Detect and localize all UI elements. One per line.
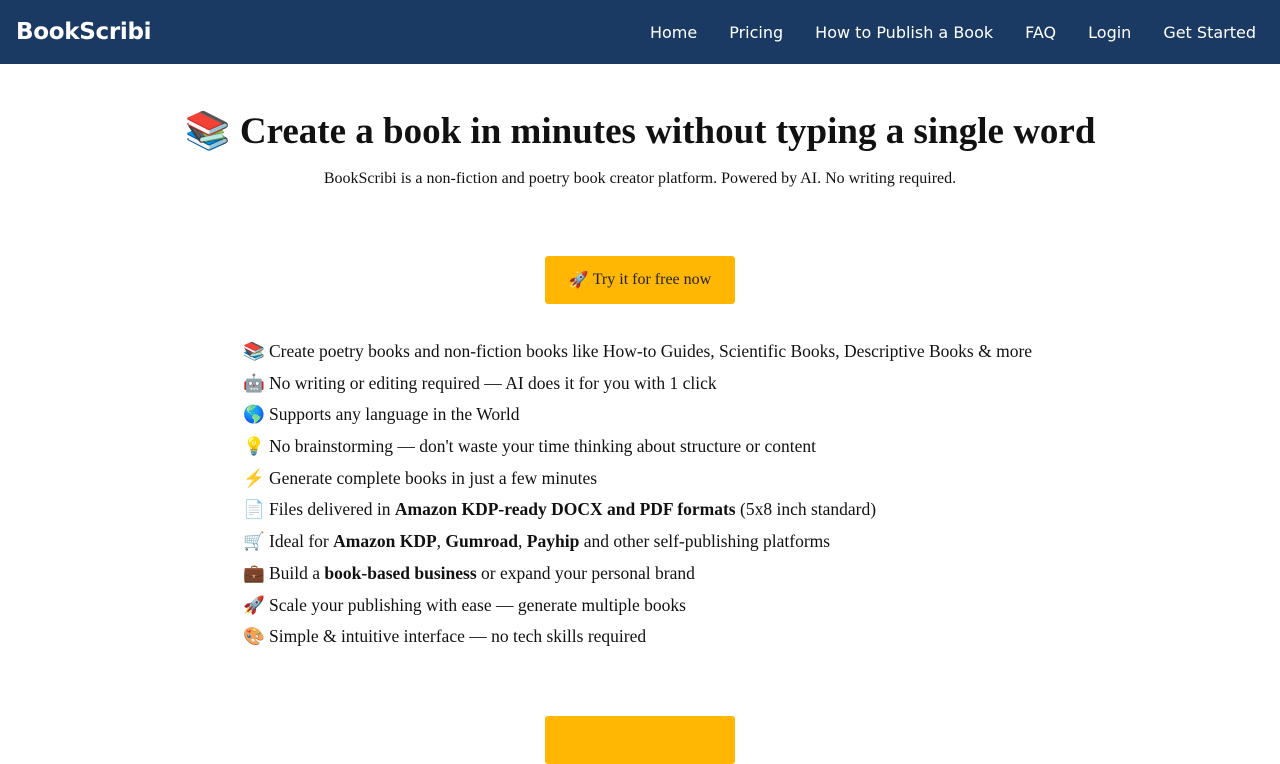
feature-bold-text: Amazon KDP-ready DOCX and PDF formats xyxy=(394,499,736,520)
books-icon: 📚 xyxy=(243,341,265,361)
feature-text: , xyxy=(518,531,527,552)
feature-item: 💡 No brainstorming — don't waste your tim… xyxy=(243,431,1032,463)
palette-icon: 🎨 xyxy=(243,626,265,647)
nav-link-faq[interactable]: FAQ xyxy=(1025,23,1056,42)
books-icon: 📚 xyxy=(184,111,231,152)
feature-text: Create poetry books and non-fiction book… xyxy=(269,341,1033,361)
nav-link-home[interactable]: Home xyxy=(650,23,697,42)
try-free-button[interactable]: 🚀 Try it for free now xyxy=(545,256,735,304)
feature-text: Build a xyxy=(269,562,325,583)
lightning-icon: ⚡ xyxy=(243,467,265,488)
nav-links: Home Pricing How to Publish a Book FAQ L… xyxy=(618,0,1256,64)
nav-link-pricing[interactable]: Pricing xyxy=(729,23,783,42)
bottom-cta-button[interactable] xyxy=(545,716,735,764)
rocket-icon: 🚀 xyxy=(568,272,589,289)
feature-item: 🎨 Simple & intuitive interface — no tech … xyxy=(243,621,1032,653)
feature-text: or expand your personal brand xyxy=(476,562,695,583)
feature-item: 🚀 Scale your publishing with ease — gener… xyxy=(243,590,1032,622)
hero-subtitle: BookScribi is a non-fiction and poetry b… xyxy=(323,170,957,187)
cart-icon: 🛒 xyxy=(243,531,265,552)
feature-text: No writing or editing required — AI does… xyxy=(269,372,717,393)
feature-list: 📚 Create poetry books and non-fiction boo… xyxy=(243,336,1032,653)
feature-item: 📚 Create poetry books and non-fiction boo… xyxy=(243,336,1032,368)
feature-text: No brainstorming — don't waste your time… xyxy=(269,436,817,457)
briefcase-icon: 💼 xyxy=(243,562,265,583)
feature-text: Supports any language in the World xyxy=(269,404,520,425)
nav-link-login[interactable]: Login xyxy=(1088,23,1131,42)
brand-logo[interactable]: BookScribi xyxy=(16,19,152,45)
feature-item: 💼 Build a book-based business or expand y… xyxy=(243,558,1032,590)
feature-text: Simple & intuitive interface — no tech s… xyxy=(269,626,647,647)
nav-link-get-started[interactable]: Get Started xyxy=(1163,23,1256,42)
globe-icon: 🌎 xyxy=(243,404,265,425)
feature-text: Files delivered in xyxy=(269,499,395,520)
feature-text: and other self-publishing platforms xyxy=(579,531,831,552)
feature-item: 📄 Files delivered in Amazon KDP-ready DOC… xyxy=(243,494,1032,526)
top-navbar: BookScribi Home Pricing How to Publish a… xyxy=(0,0,1280,64)
feature-item: ⚡ Generate complete books in just a few m… xyxy=(243,463,1032,495)
feature-text: Scale your publishing with ease — genera… xyxy=(269,594,686,615)
hero-title: 📚 Create a book in minutes without typin… xyxy=(0,108,1280,156)
lightbulb-icon: 💡 xyxy=(243,436,265,457)
robot-icon: 🤖 xyxy=(243,372,265,393)
feature-item: 🤖 No writing or editing required — AI doe… xyxy=(243,368,1032,400)
feature-item: 🌎 Supports any language in the World xyxy=(243,399,1032,431)
document-icon: 📄 xyxy=(243,499,265,520)
hero-title-text: Create a book in minutes without typing … xyxy=(239,111,1096,152)
feature-text: Generate complete books in just a few mi… xyxy=(269,467,598,488)
nav-link-how-to-publish[interactable]: How to Publish a Book xyxy=(815,23,993,42)
feature-bold-text: book-based business xyxy=(324,562,477,583)
feature-item: 🛒 Ideal for Amazon KDP, Gumroad, Payhip a… xyxy=(243,526,1032,558)
feature-text: Ideal for xyxy=(269,531,334,552)
feature-bold-text: Gumroad xyxy=(445,531,519,552)
feature-text: (5x8 inch standard) xyxy=(735,499,877,520)
feature-bold-text: Amazon KDP xyxy=(333,531,437,552)
feature-bold-text: Payhip xyxy=(526,531,580,552)
rocket-icon: 🚀 xyxy=(243,594,265,615)
try-free-label: Try it for free now xyxy=(592,271,712,288)
